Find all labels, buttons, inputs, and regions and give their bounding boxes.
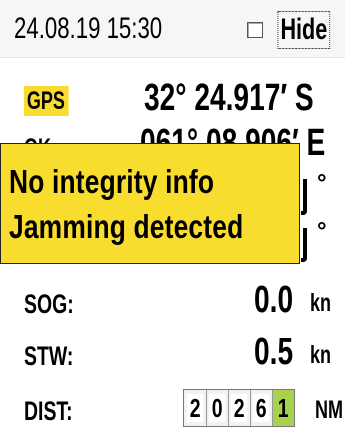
- latitude-value: 32° 24.917′ S: [144, 77, 314, 119]
- stw-value: 0.5: [254, 331, 294, 373]
- dist-label: DIST:: [24, 396, 73, 426]
- dist-unit: NM: [315, 396, 344, 424]
- odometer-digit: 6: [250, 390, 272, 426]
- stw-unit: kn: [310, 341, 332, 369]
- warning-popup[interactable]: No integrity info Jamming detected: [0, 143, 300, 264]
- sog-label: SOG:: [24, 289, 74, 319]
- navigation-display: 24.08.19 15:30 Hide GPS 32° 24.917′ S OK…: [0, 0, 345, 430]
- degree-symbol-1: °: [317, 170, 327, 197]
- odometer-digit: 2: [184, 390, 206, 426]
- distance-odometer: 2 0 2 6 1: [183, 389, 295, 427]
- odometer-rolling-digit: 1: [272, 390, 294, 426]
- hide-checkbox[interactable]: [247, 22, 263, 38]
- hide-label[interactable]: Hide: [277, 11, 331, 49]
- sog-value: 0.0: [254, 279, 294, 321]
- sog-unit: kn: [310, 289, 332, 317]
- stw-label: STW:: [24, 341, 74, 371]
- warning-line-jamming: Jamming detected: [9, 208, 244, 245]
- hidden-value-fragment-2: [301, 228, 307, 262]
- date-time: 24.08.19 15:30: [14, 12, 163, 45]
- warning-line-integrity: No integrity info: [9, 163, 215, 200]
- gps-source-label: GPS: [24, 86, 69, 116]
- odometer-digit: 0: [206, 390, 228, 426]
- header-bar: 24.08.19 15:30 Hide: [0, 0, 345, 58]
- degree-symbol-2: °: [317, 218, 327, 245]
- odometer-digit: 2: [228, 390, 250, 426]
- hidden-value-fragment-1: [301, 179, 307, 215]
